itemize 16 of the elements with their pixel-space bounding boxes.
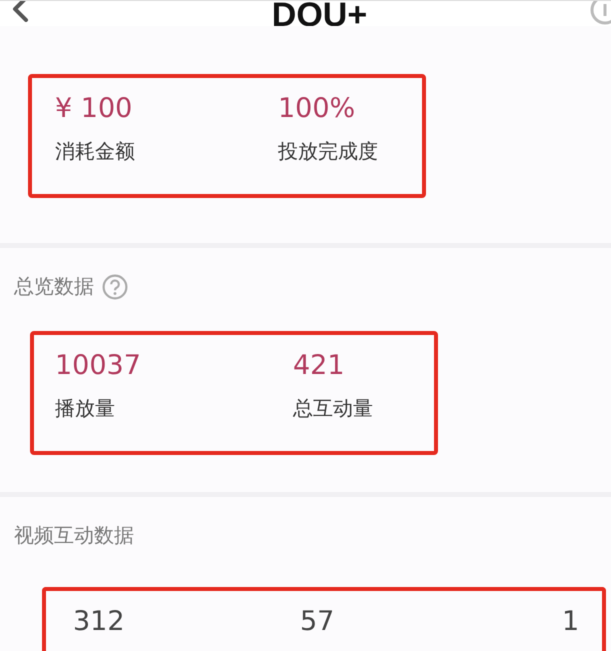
metric-value: 312 (73, 605, 125, 639)
metric-label: 消耗金额 (55, 138, 135, 165)
metric-value: ¥ 100 (55, 92, 132, 126)
metric-value: 1 (562, 605, 580, 639)
help-icon[interactable] (102, 274, 128, 300)
section-title: 总览数据 (14, 273, 94, 300)
metric-value: 100% (278, 92, 356, 126)
metric-value: 57 (300, 605, 334, 639)
info-icon[interactable] (588, 1, 611, 26)
metric-label: 投放完成度 (278, 138, 378, 165)
metric-value: 421 (293, 348, 345, 383)
section-title: 视频互动数据 (14, 522, 134, 548)
back-icon[interactable] (10, 1, 30, 22)
metric-label: 总互动量 (293, 394, 373, 422)
metric-label: 播放量 (55, 394, 115, 422)
metric-value: 10037 (55, 348, 141, 383)
